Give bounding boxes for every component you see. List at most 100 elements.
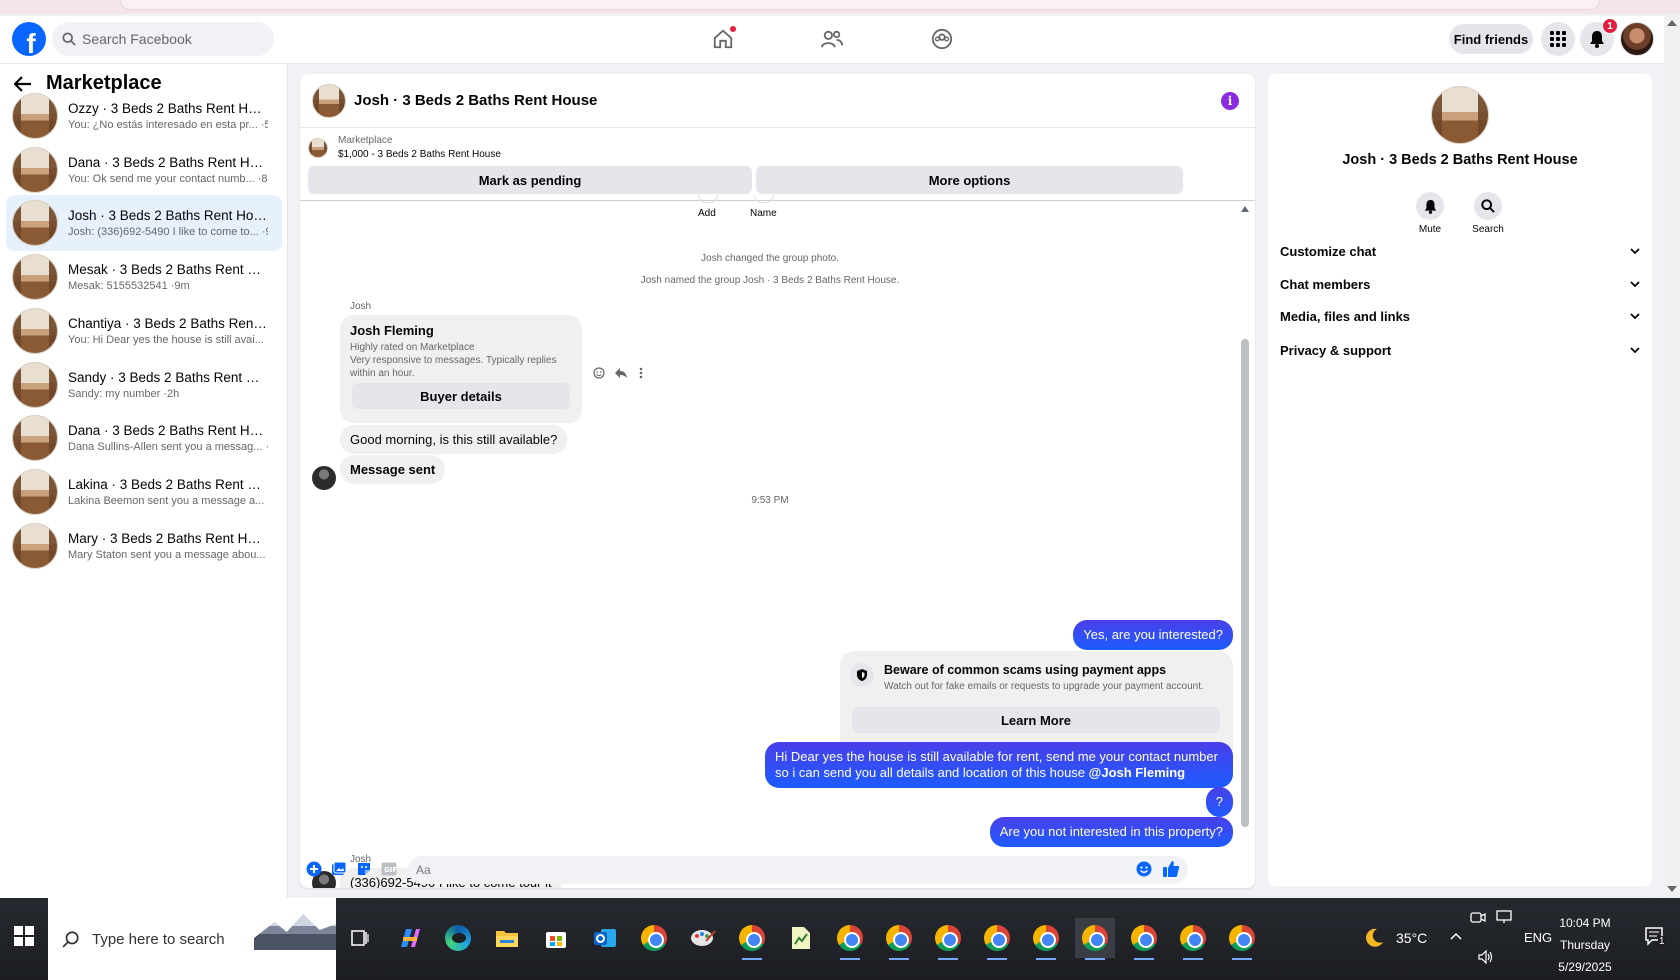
sticker-icon[interactable]: [356, 861, 372, 877]
chrome-window-icon[interactable]: [1222, 918, 1262, 960]
friends-icon[interactable]: [819, 26, 845, 52]
menu-grid-icon[interactable]: [1541, 22, 1575, 56]
conversation-item[interactable]: Mary · 3 Beds 2 Baths Rent House Mary Sta…: [6, 518, 282, 574]
outgoing-message[interactable]: Are you not interested in this property?: [989, 817, 1233, 847]
outgoing-message[interactable]: Hi Dear yes the house is still available…: [765, 742, 1233, 788]
reply-icon[interactable]: [614, 367, 628, 382]
search-icon: [62, 32, 76, 46]
details-section-2[interactable]: Media, files and links: [1280, 301, 1640, 331]
mark-as-pending-button[interactable]: Mark as pending: [308, 166, 752, 194]
name-group-icon[interactable]: [754, 195, 774, 203]
outgoing-message[interactable]: Yes, are you interested?: [1073, 620, 1233, 650]
search-input[interactable]: [82, 31, 252, 47]
volume-icon[interactable]: [1478, 949, 1494, 967]
search-label: Search: [1472, 224, 1504, 235]
chat-scrollbar[interactable]: [1240, 204, 1250, 827]
add-people-icon[interactable]: [698, 195, 718, 203]
section-label: Customize chat: [1280, 243, 1377, 259]
home-icon[interactable]: [710, 26, 736, 52]
paint-icon[interactable]: [683, 918, 723, 958]
mention-josh-fleming[interactable]: @Josh Fleming: [1089, 765, 1185, 780]
outgoing-message[interactable]: ?: [1205, 787, 1233, 817]
details-section-0[interactable]: Customize chat: [1280, 236, 1640, 266]
mute-button[interactable]: Mute: [1405, 192, 1455, 235]
network-icon[interactable]: [1496, 910, 1512, 927]
temperature[interactable]: 35°C: [1396, 930, 1427, 946]
name-label[interactable]: Name: [750, 208, 777, 219]
notifications-bell-icon[interactable]: 1: [1580, 18, 1618, 56]
bell-icon: [1416, 192, 1444, 220]
conversation-item[interactable]: Dana · 3 Beds 2 Baths Rent House Dana Sul…: [6, 410, 282, 466]
outlook-icon[interactable]: [585, 918, 625, 958]
chrome-window-icon[interactable]: [1173, 918, 1213, 960]
profile-avatar[interactable]: [1620, 22, 1654, 56]
photo-icon[interactable]: [331, 861, 347, 877]
system-clock[interactable]: 10:04 PM Thursday 5/29/2025: [1540, 912, 1630, 978]
scroll-thumb[interactable]: [1241, 339, 1249, 827]
group-photo[interactable]: [1431, 86, 1489, 144]
microsoft-store-icon[interactable]: [536, 918, 576, 958]
file-explorer-icon[interactable]: [487, 918, 527, 958]
chrome-window-icon[interactable]: [830, 918, 870, 960]
weather-moon-icon[interactable]: [1362, 926, 1386, 953]
groups-icon[interactable]: [929, 26, 955, 52]
sheets-icon[interactable]: [781, 918, 821, 958]
conversation-item[interactable]: Chantiya · 3 Beds 2 Baths Rent Ho... You:…: [6, 303, 282, 359]
section-label: Media, files and links: [1280, 308, 1411, 324]
conversation-item[interactable]: Dana · 3 Beds 2 Baths Rent House You: Ok …: [6, 142, 282, 198]
thumbs-up-icon[interactable]: [1162, 860, 1180, 878]
copilot-icon[interactable]: [389, 918, 429, 958]
chrome-window-icon[interactable]: [977, 918, 1017, 960]
conversation-item[interactable]: Josh · 3 Beds 2 Baths Rent House Josh: (3…: [6, 195, 282, 251]
conversation-item[interactable]: Lakina · 3 Beds 2 Baths Rent House Lakina…: [6, 464, 282, 520]
react-emoji-icon[interactable]: [593, 367, 605, 382]
more-options-button[interactable]: More options: [756, 166, 1183, 194]
buyer-details-button[interactable]: Buyer details: [352, 383, 570, 409]
conversation-name: Josh · 3 Beds 2 Baths Rent House: [68, 208, 268, 223]
chrome-icon[interactable]: [634, 918, 674, 958]
find-friends-button[interactable]: Find friends: [1449, 24, 1533, 54]
scroll-up-arrow[interactable]: [1241, 206, 1249, 212]
listing-thumbnail: [12, 200, 58, 246]
listing-row[interactable]: Marketplace $1,000 - 3 Beds 2 Baths Rent …: [308, 134, 501, 162]
chrome-window-icon[interactable]: [928, 918, 968, 960]
incoming-message[interactable]: Good morning, is this still available?: [340, 425, 568, 454]
taskbar-search[interactable]: Type here to search: [48, 898, 336, 980]
notification-center-icon[interactable]: 1: [1644, 926, 1666, 949]
search-in-chat-button[interactable]: Search: [1463, 192, 1513, 235]
page-scrollbar[interactable]: [1664, 14, 1680, 898]
chrome-profile-icon[interactable]: [732, 918, 772, 960]
incoming-message[interactable]: Message sent: [340, 455, 446, 484]
chat-group-photo[interactable]: [312, 83, 346, 118]
facebook-logo-icon[interactable]: f: [12, 22, 46, 56]
conversation-item[interactable]: Mesak · 3 Beds 2 Baths Rent House Mesak: …: [6, 249, 282, 305]
chat-title[interactable]: Josh · 3 Beds 2 Baths Rent House: [354, 92, 597, 109]
meet-now-icon[interactable]: [1470, 910, 1486, 927]
plus-icon[interactable]: [306, 861, 322, 877]
add-label[interactable]: Add: [698, 208, 716, 219]
windows-start-icon[interactable]: [14, 926, 34, 946]
info-icon[interactable]: i: [1221, 92, 1239, 110]
address-bar[interactable]: [120, 0, 1600, 10]
chrome-window-icon[interactable]: [1026, 918, 1066, 960]
gif-icon[interactable]: GIF: [381, 861, 397, 877]
listing-thumbnail: [308, 138, 328, 158]
chrome-window-icon[interactable]: [1124, 918, 1164, 960]
chrome-window-icon[interactable]: [879, 918, 919, 960]
conversation-preview: Dana Sullins-Allen sent you a messag... …: [68, 441, 268, 453]
details-section-1[interactable]: Chat members: [1280, 269, 1640, 299]
chrome-window-active-icon[interactable]: [1075, 918, 1115, 960]
task-view-icon[interactable]: [340, 918, 380, 958]
edge-icon[interactable]: [438, 918, 478, 958]
search-facebook[interactable]: [52, 22, 274, 56]
conversation-item[interactable]: Sandy · 3 Beds 2 Baths Rent House Sandy: …: [6, 357, 282, 413]
message-input[interactable]: [408, 856, 1188, 884]
emoji-icon[interactable]: [1136, 861, 1152, 877]
learn-more-button[interactable]: Learn More: [852, 707, 1220, 733]
josh-avatar[interactable]: [312, 466, 336, 490]
chat-window: Josh · 3 Beds 2 Baths Rent House i Marke…: [300, 74, 1255, 888]
conversation-item[interactable]: Ozzy · 3 Beds 2 Baths Rent House You: ¿No…: [6, 88, 282, 144]
more-actions-icon[interactable]: [639, 367, 643, 382]
chevron-up-icon[interactable]: [1450, 928, 1462, 943]
details-section-3[interactable]: Privacy & support: [1280, 335, 1640, 365]
